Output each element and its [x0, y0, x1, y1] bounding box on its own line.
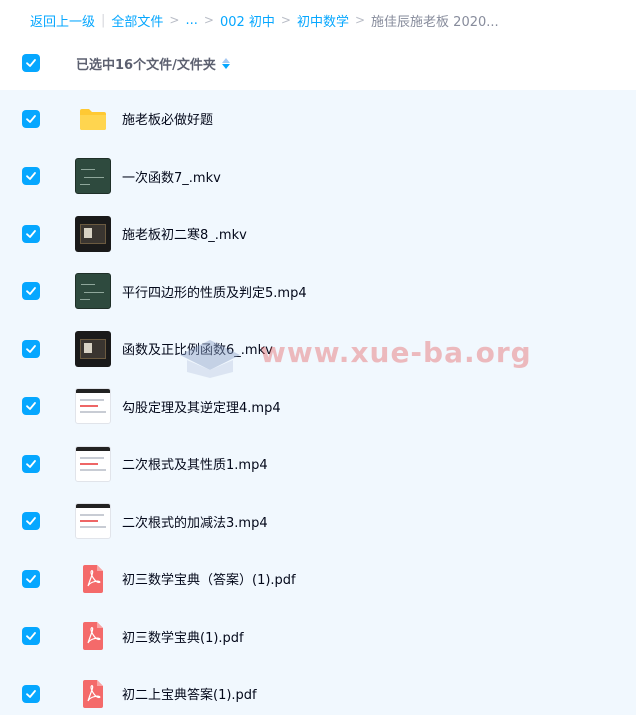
folder-icon	[75, 101, 111, 137]
check-icon	[26, 402, 36, 411]
check-icon	[26, 517, 36, 526]
file-name[interactable]: 一次函数7_.mkv	[122, 167, 221, 186]
video-thumbnail	[75, 445, 111, 482]
file-row[interactable]: 函数及正比例函数6_.mkv	[0, 320, 636, 378]
check-icon	[26, 632, 36, 641]
breadcrumb-all-files[interactable]: 全部文件	[111, 11, 163, 30]
file-row[interactable]: 初二上宝典答案(1).pdf	[0, 665, 636, 715]
selection-count[interactable]: 已选中16个文件/文件夹	[76, 54, 230, 73]
check-icon	[26, 59, 36, 67]
file-checkbox[interactable]	[22, 454, 40, 473]
file-row[interactable]: 平行四边形的性质及判定5.mp4	[0, 263, 636, 321]
file-name[interactable]: 平行四边形的性质及判定5.mp4	[122, 282, 307, 301]
breadcrumb-current: 施佳辰施老板 2020...	[371, 14, 499, 30]
breadcrumb-level1[interactable]: 002 初中	[220, 11, 275, 30]
video-thumbnail	[75, 215, 111, 252]
chevron-right-icon: >	[280, 13, 291, 27]
list-header: 已选中16个文件/文件夹	[0, 40, 636, 86]
breadcrumb: 返回上一级 | 全部文件 > ... > 002 初中 > 初中数学 > 施佳辰…	[0, 0, 636, 40]
file-checkbox[interactable]	[22, 339, 40, 358]
check-icon	[26, 172, 36, 181]
file-name[interactable]: 施老板初二寒8_.mkv	[122, 224, 247, 243]
file-row[interactable]: 施老板必做好题	[0, 90, 636, 148]
check-icon	[26, 459, 36, 468]
video-thumbnail	[75, 503, 111, 540]
file-row[interactable]: 一次函数7_.mkv	[0, 148, 636, 206]
check-icon	[26, 287, 36, 296]
file-name[interactable]: 初二上宝典答案(1).pdf	[122, 684, 257, 703]
file-row[interactable]: 初三数学宝典（答案）(1).pdf	[0, 550, 636, 608]
file-name[interactable]: 二次根式的加减法3.mp4	[122, 512, 268, 531]
file-checkbox[interactable]	[22, 684, 40, 703]
file-checkbox[interactable]	[22, 627, 40, 646]
file-name[interactable]: 施老板必做好题	[122, 109, 213, 128]
breadcrumb-level2[interactable]: 初中数学	[297, 11, 349, 30]
file-row[interactable]: 二次根式的加减法3.mp4	[0, 493, 636, 551]
pdf-icon	[75, 561, 111, 597]
file-checkbox[interactable]	[22, 109, 40, 128]
chevron-right-icon: >	[203, 13, 214, 27]
file-name[interactable]: 二次根式及其性质1.mp4	[122, 454, 268, 473]
breadcrumb-ellipsis[interactable]: ...	[185, 13, 197, 28]
file-checkbox[interactable]	[22, 282, 40, 301]
check-icon	[26, 574, 36, 583]
breadcrumb-divider: |	[101, 12, 106, 28]
file-name[interactable]: 函数及正比例函数6_.mkv	[122, 339, 273, 358]
file-name[interactable]: 勾股定理及其逆定理4.mp4	[122, 397, 281, 416]
file-checkbox[interactable]	[22, 512, 40, 531]
video-thumbnail	[75, 388, 111, 425]
check-icon	[26, 114, 36, 123]
file-checkbox[interactable]	[22, 569, 40, 588]
video-thumbnail	[75, 158, 111, 195]
pdf-icon	[75, 618, 111, 654]
video-thumbnail	[75, 330, 111, 367]
file-checkbox[interactable]	[22, 397, 40, 416]
file-row[interactable]: 施老板初二寒8_.mkv	[0, 205, 636, 263]
select-all-checkbox[interactable]	[22, 54, 40, 72]
file-name[interactable]: 初三数学宝典（答案）(1).pdf	[122, 569, 296, 588]
file-list: 施老板必做好题 一次函数7_.mkv 施老板初二寒8_.mkv 平行四边形的性质及判定…	[0, 90, 636, 715]
chevron-right-icon: >	[169, 13, 180, 27]
file-row[interactable]: 二次根式及其性质1.mp4	[0, 435, 636, 493]
file-row[interactable]: 勾股定理及其逆定理4.mp4	[0, 378, 636, 436]
file-row[interactable]: 初三数学宝典(1).pdf	[0, 608, 636, 666]
back-link[interactable]: 返回上一级	[30, 11, 95, 30]
check-icon	[26, 344, 36, 353]
file-checkbox[interactable]	[22, 167, 40, 186]
pdf-icon	[75, 676, 111, 712]
selection-count-label: 已选中16个文件/文件夹	[76, 57, 216, 73]
check-icon	[26, 689, 36, 698]
sort-icon[interactable]	[221, 57, 230, 69]
file-name[interactable]: 初三数学宝典(1).pdf	[122, 627, 244, 646]
video-thumbnail	[75, 273, 111, 310]
chevron-right-icon: >	[354, 13, 366, 27]
check-icon	[26, 229, 36, 238]
file-checkbox[interactable]	[22, 224, 40, 243]
